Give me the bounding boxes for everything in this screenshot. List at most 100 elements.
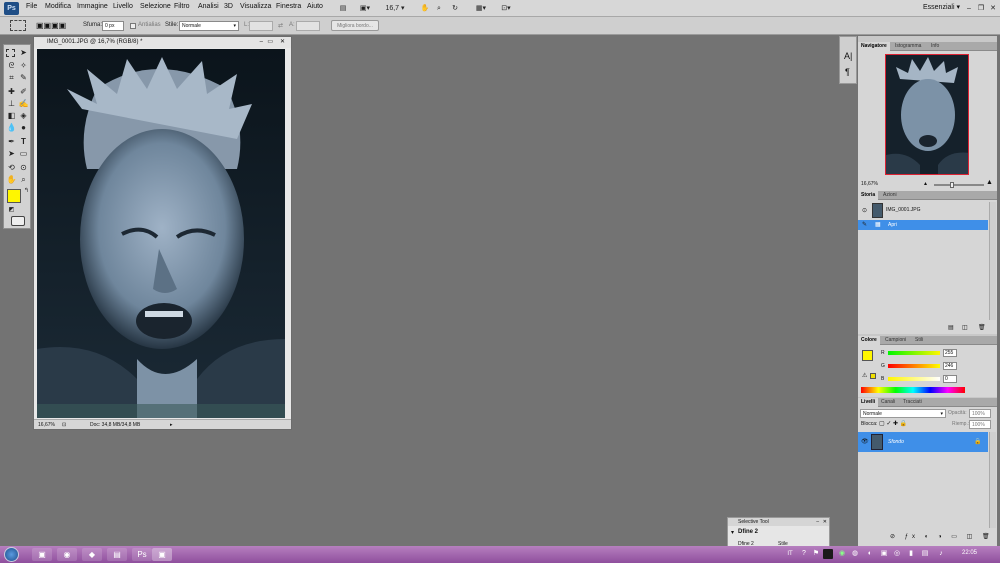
taskbar-app-1-icon[interactable]: ▣ xyxy=(32,548,52,561)
doc-minimize-icon[interactable]: – xyxy=(260,37,263,48)
menu-finestra[interactable]: Finestra xyxy=(276,3,301,10)
history-scrollbar[interactable] xyxy=(989,202,996,320)
menu-modifica[interactable]: Modifica xyxy=(45,3,71,10)
workspace-switcher[interactable]: Essenziali ▾ xyxy=(923,3,960,11)
language-indicator[interactable]: IT xyxy=(786,549,794,559)
tray-app-6-icon[interactable]: ◎ xyxy=(893,549,901,559)
path-selection-icon[interactable]: ➤ xyxy=(6,149,17,159)
quick-mask-icon[interactable] xyxy=(11,216,25,226)
r-value[interactable]: 255 xyxy=(943,349,957,357)
brush-tool-icon[interactable]: ✐ xyxy=(18,87,29,97)
3d-rotate-icon[interactable]: ⟲ xyxy=(6,163,17,173)
selective-close-icon[interactable]: ✕ xyxy=(823,518,827,526)
doc-maximize-icon[interactable]: ▭ xyxy=(267,37,273,48)
rotate-view-icon[interactable]: ↻ xyxy=(449,2,461,14)
tab-azioni[interactable]: Azioni xyxy=(880,191,900,200)
tray-volume-icon[interactable]: ♪ xyxy=(937,549,945,559)
menu-analisi[interactable]: Analisi xyxy=(198,3,219,10)
g-slider[interactable] xyxy=(888,364,940,368)
tray-app-7-icon[interactable]: ▤ xyxy=(921,549,929,559)
tab-colore[interactable]: Colore xyxy=(858,336,880,345)
tab-storia[interactable]: Storia xyxy=(858,191,879,200)
screen-mode-icon[interactable]: ⊡▾ xyxy=(497,2,515,14)
history-brush-icon[interactable]: ✍ xyxy=(18,99,29,109)
clone-stamp-icon[interactable]: ⊥ xyxy=(6,99,17,109)
taskbar-app-active-icon[interactable]: ▣ xyxy=(152,548,172,561)
selective-expand-icon[interactable]: ▾ xyxy=(731,529,734,536)
out-of-gamut-icon[interactable]: ⚠ xyxy=(862,372,867,379)
tray-flag-icon[interactable]: ⚑ xyxy=(812,549,820,559)
doc-status-icon[interactable]: ⊡ xyxy=(62,420,66,430)
hand-icon[interactable]: ✋ xyxy=(419,2,431,14)
view-extras-icon[interactable]: ▣▾ xyxy=(356,2,374,14)
close-icon[interactable]: ✕ xyxy=(988,2,998,14)
default-colors-icon[interactable]: ◩ xyxy=(6,205,17,215)
blend-mode-select[interactable]: Normale ▾ xyxy=(860,409,946,418)
fill-input[interactable]: 100% xyxy=(969,420,991,429)
tray-app-3-icon[interactable]: ◍ xyxy=(851,549,859,559)
tab-canali[interactable]: Canali xyxy=(878,398,898,407)
pen-tool-icon[interactable]: ✒ xyxy=(6,137,17,147)
menu-livello[interactable]: Livello xyxy=(113,3,133,10)
menu-filtro[interactable]: Filtro xyxy=(174,3,190,10)
history-snapshot-row[interactable]: ⊙ IMG_0001.JPG xyxy=(858,202,988,219)
doc-close-icon[interactable]: ✕ xyxy=(280,37,285,48)
b-value[interactable]: 0 xyxy=(943,375,957,383)
foreground-color-swatch[interactable] xyxy=(7,189,21,203)
taskbar-app-3-icon[interactable]: ◆ xyxy=(82,548,102,561)
tab-stili[interactable]: Stili xyxy=(912,336,926,345)
3d-orbit-icon[interactable]: ⊙ xyxy=(18,163,29,173)
doc-info-text[interactable]: Doc: 34,8 MB/34,8 MB xyxy=(90,420,140,430)
width-input[interactable] xyxy=(249,21,273,31)
height-input[interactable] xyxy=(296,21,320,31)
tab-navigatore[interactable]: Navigatore xyxy=(858,42,890,51)
layer-visibility-icon[interactable]: 👁 xyxy=(861,438,869,445)
navigator-zoom-field[interactable]: 16,67% xyxy=(861,181,878,187)
eraser-icon[interactable]: ◧ xyxy=(6,111,17,121)
restore-icon[interactable]: ❐ xyxy=(976,2,986,14)
opacity-input[interactable]: 100% xyxy=(969,409,991,418)
tab-istogramma[interactable]: Istogramma xyxy=(892,42,924,51)
menu-visualizza[interactable]: Visualizza xyxy=(240,3,271,10)
tray-app-1-icon[interactable] xyxy=(823,549,833,559)
g-value[interactable]: 246 xyxy=(943,362,957,370)
selection-mode-icons[interactable]: ▣▣▣▣ xyxy=(36,20,72,31)
tray-network-icon[interactable]: ▮ xyxy=(907,549,915,559)
character-panel-icon[interactable]: A| xyxy=(844,51,852,61)
menu-file[interactable]: File xyxy=(26,3,37,10)
b-slider[interactable] xyxy=(888,377,940,381)
swap-colors-icon[interactable]: ↰ xyxy=(21,186,32,196)
crop-tool-icon[interactable]: ⌗ xyxy=(6,73,17,83)
swap-icon[interactable]: ⇄ xyxy=(278,22,283,29)
history-state-row[interactable]: ✎ ▦ Apri xyxy=(858,220,988,230)
new-document-from-state-icon[interactable]: ▤ xyxy=(948,324,954,331)
navigator-zoom-slider-handle[interactable] xyxy=(950,182,954,188)
image-canvas[interactable] xyxy=(37,49,285,418)
selective-minimize-icon[interactable]: – xyxy=(816,518,819,526)
selective-row1[interactable]: Dfine 2 xyxy=(738,529,758,535)
menu-immagine[interactable]: Immagine xyxy=(77,3,108,10)
hand-tool-icon[interactable]: ✋ xyxy=(6,175,17,185)
document-title-bar[interactable]: IMG_0001.JPG @ 16,7% (RGB/8) * – ▭ ✕ xyxy=(34,37,291,48)
tray-app-5-icon[interactable]: ▣ xyxy=(880,549,888,559)
snapshot-source-icon[interactable]: ⊙ xyxy=(862,207,867,214)
zoom-tool-icon[interactable]: ⌕ xyxy=(18,175,29,185)
type-tool-icon[interactable]: T xyxy=(18,137,29,147)
tab-campioni[interactable]: Campioni xyxy=(882,336,909,345)
start-button-icon[interactable] xyxy=(4,547,19,562)
menu-3d[interactable]: 3D xyxy=(224,3,233,10)
selective-tool-title-bar[interactable]: Selective Tool – ✕ xyxy=(728,518,829,526)
zoom-icon[interactable]: ⌕ xyxy=(433,2,445,14)
bridge-icon[interactable]: ▤ xyxy=(336,2,350,14)
doc-zoom-field[interactable]: 16,67% xyxy=(38,420,55,430)
rect-marquee-icon[interactable] xyxy=(10,20,26,31)
navigator-thumbnail[interactable] xyxy=(885,54,969,175)
taskbar-photoshop-icon[interactable]: Ps xyxy=(132,548,152,561)
healing-brush-icon[interactable]: ✚ xyxy=(6,87,17,97)
menu-aiuto[interactable]: Aiuto xyxy=(307,3,323,10)
color-spectrum-bar[interactable] xyxy=(861,387,965,393)
r-slider[interactable] xyxy=(888,351,940,355)
doc-info-arrow-icon[interactable]: ▸ xyxy=(170,420,173,430)
tab-info[interactable]: Info xyxy=(928,42,942,51)
color-foreground-swatch[interactable] xyxy=(862,350,873,361)
